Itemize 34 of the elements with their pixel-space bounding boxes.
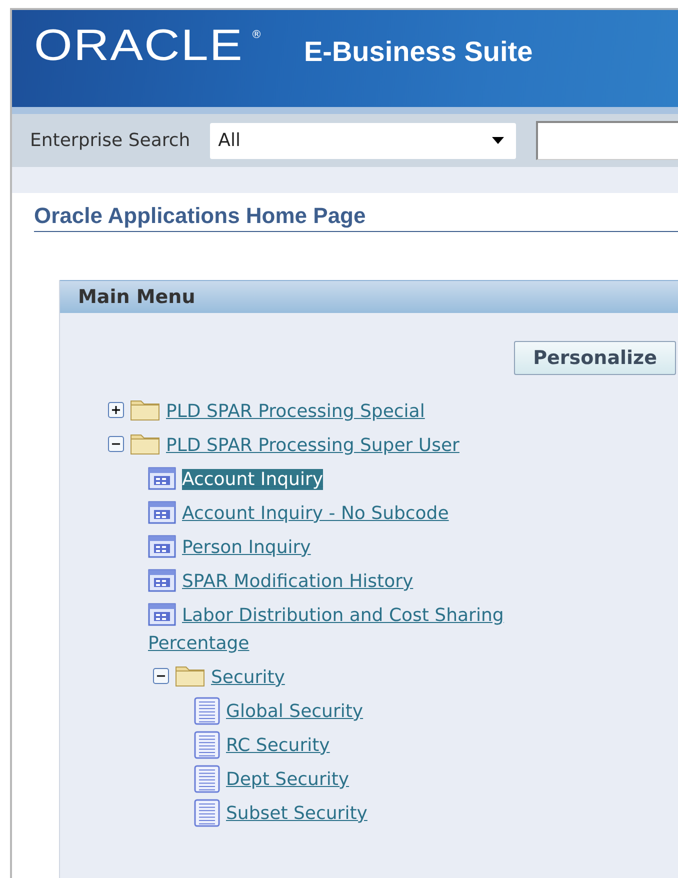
personalize-button[interactable]: Personalize: [514, 341, 676, 375]
document-icon: [194, 697, 220, 725]
document-icon: [194, 799, 220, 827]
menu-link[interactable]: SPAR Modification History: [148, 565, 588, 599]
menu-link[interactable]: Security: [211, 667, 285, 688]
collapse-icon[interactable]: [108, 436, 124, 452]
search-label: Enterprise Search: [30, 130, 190, 152]
window-icon: [148, 603, 176, 627]
menu-link[interactable]: RC Security: [194, 729, 588, 763]
product-name: E-Business Suite: [304, 36, 533, 68]
registered-mark: ®: [250, 28, 262, 41]
search-field[interactable]: [536, 121, 678, 160]
window-icon: [148, 501, 176, 525]
oracle-logo: ORACLE: [34, 22, 244, 70]
caret-icon: [492, 137, 504, 144]
menu-link[interactable]: Account Inquiry - No Subcode: [148, 497, 588, 531]
menu-link[interactable]: Dept Security: [194, 763, 588, 797]
menu-link[interactable]: PLD SPAR Processing Super User: [166, 435, 460, 456]
document-icon: [194, 765, 220, 793]
window-icon: [148, 467, 176, 491]
window-icon: [148, 569, 176, 593]
document-icon: [194, 731, 220, 759]
menu-link[interactable]: Subset Security: [194, 797, 588, 831]
menu-link[interactable]: Person Inquiry: [148, 531, 588, 565]
menu-link[interactable]: Account Inquiry: [148, 463, 588, 497]
window-icon: [148, 535, 176, 559]
menu-link[interactable]: PLD SPAR Processing Special: [166, 401, 425, 422]
page-title: Oracle Applications Home Page: [34, 203, 678, 232]
expand-icon[interactable]: [108, 402, 124, 418]
menu-link[interactable]: Global Security: [194, 695, 588, 729]
menu-link[interactable]: Labor Distribution and Cost Sharing Percentage: [148, 599, 588, 661]
scope-dropdown[interactable]: All: [210, 122, 516, 159]
collapse-icon[interactable]: [153, 668, 169, 684]
panel-header: Main Menu: [60, 280, 678, 313]
